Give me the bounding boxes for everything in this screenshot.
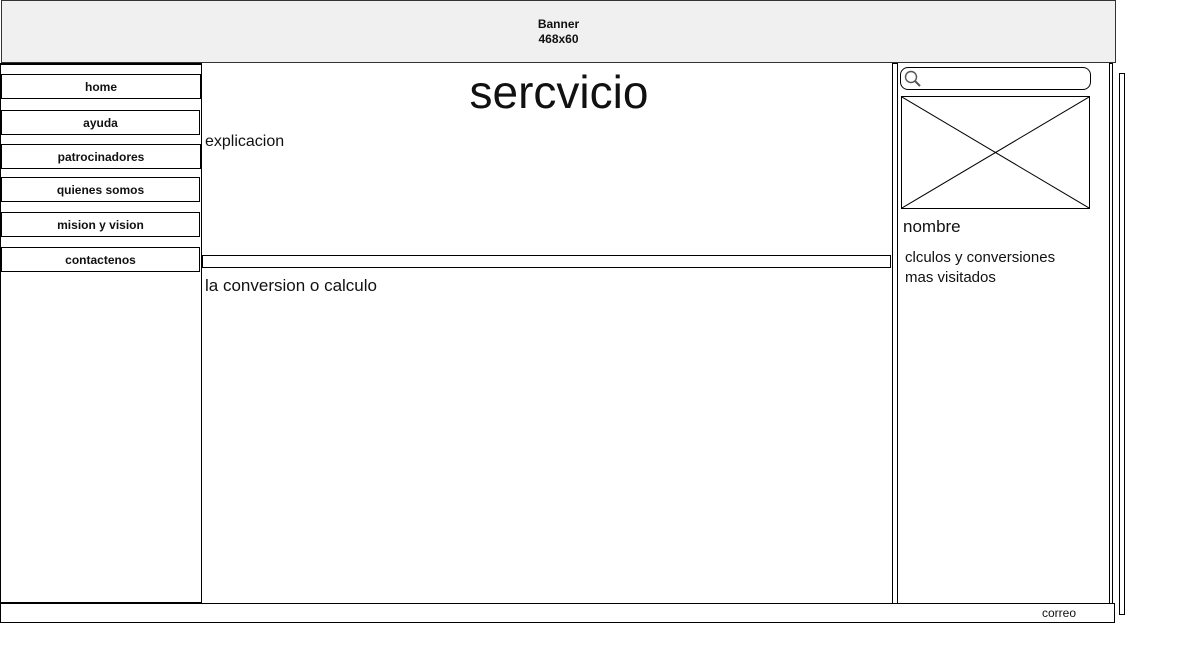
banner-size: 468x60 — [538, 31, 579, 46]
nav-quienes-somos-button[interactable]: quienes somos — [1, 177, 200, 202]
explanation-text: explicacion — [205, 133, 285, 150]
nav-mision-vision-button[interactable]: mision y vision — [1, 212, 200, 237]
nav-patrocinadores-button[interactable]: patrocinadores — [1, 144, 201, 169]
banner: Banner 468x60 — [1, 0, 1116, 63]
name-label: nombre — [903, 217, 961, 236]
banner-text: Banner — [537, 16, 580, 31]
search-input[interactable] — [900, 67, 1091, 90]
most-visited-line1: clculos y conversiones — [905, 249, 1056, 266]
most-visited-text: clculos y conversiones mas visitados — [905, 248, 1055, 288]
right-border — [1109, 63, 1113, 606]
input-bar[interactable] — [202, 255, 891, 268]
most-visited-line2: mas visitados — [905, 269, 996, 286]
footer: correo — [0, 603, 1115, 623]
main-content — [202, 63, 892, 603]
nav-home-button[interactable]: home — [1, 74, 201, 99]
nav-ayuda-button[interactable]: ayuda — [1, 110, 200, 135]
image-placeholder — [901, 96, 1090, 209]
email-link[interactable]: correo — [1042, 606, 1076, 620]
page-title: sercvicio — [469, 66, 649, 118]
scrollbar[interactable] — [1119, 73, 1125, 615]
search-icon — [904, 70, 921, 87]
result-label: la conversion o calculo — [205, 276, 377, 295]
nav-contactenos-button[interactable]: contactenos — [1, 247, 200, 272]
